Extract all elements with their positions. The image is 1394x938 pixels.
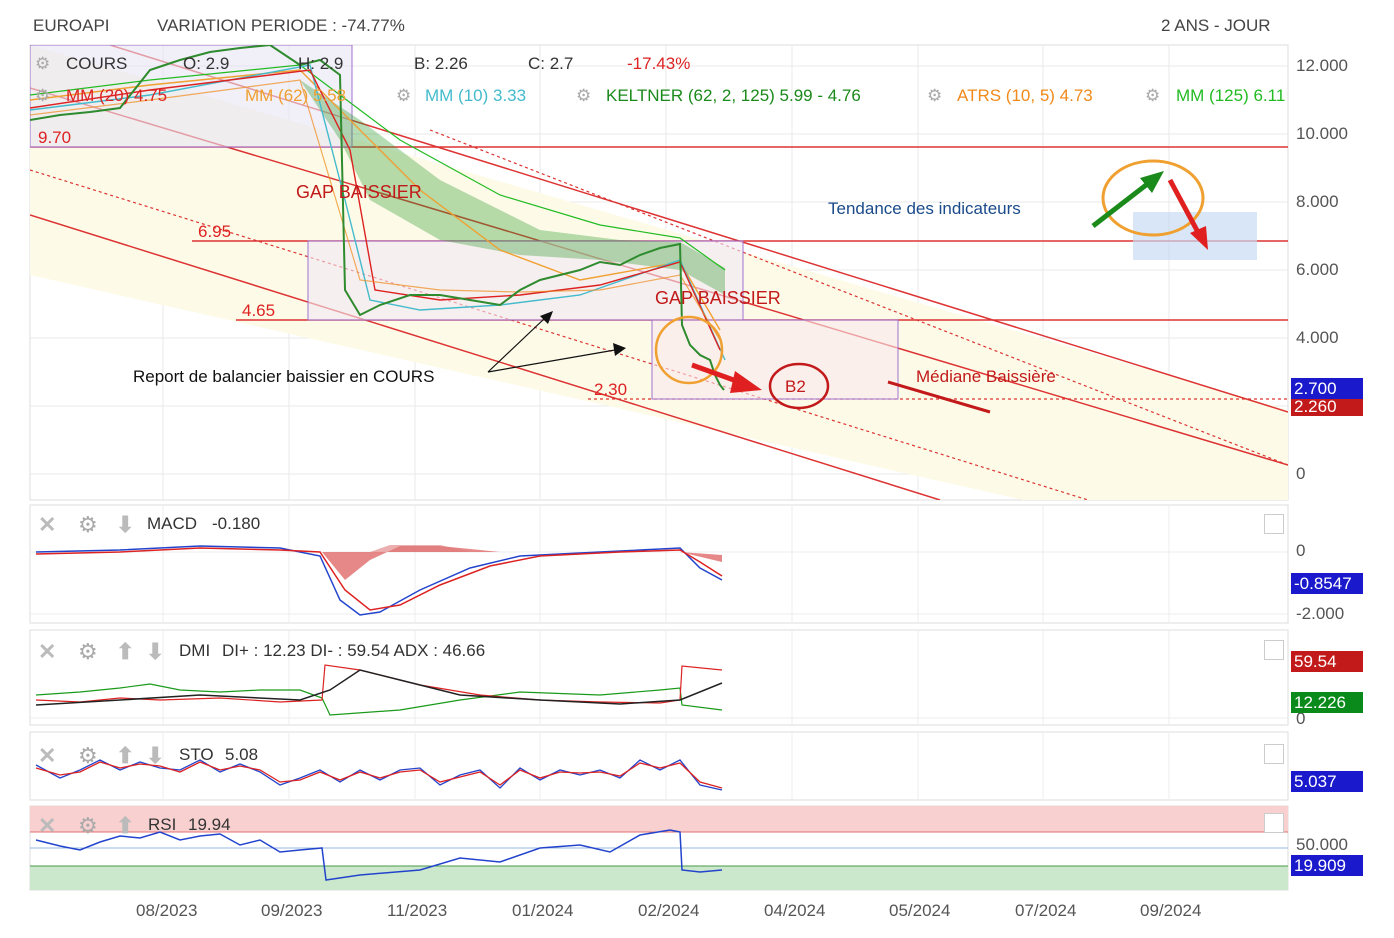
price-low-badge: 2.260 (1291, 396, 1363, 416)
price-tick: 10.000 (1296, 124, 1348, 143)
gear-icon[interactable]: ⚙ (396, 86, 411, 106)
x-tick: 01/2024 (512, 901, 574, 920)
price-tick: 0 (1296, 464, 1306, 483)
legend-pct: -17.43% (627, 54, 691, 73)
macd-tick-0: 0 (1296, 541, 1306, 560)
price-tick: 12.000 (1296, 56, 1348, 75)
sto-checkbox[interactable] (1264, 744, 1284, 764)
tendance-label: Tendance des indicateurs (828, 199, 1021, 218)
mediane-label: Médiane Baissière (916, 367, 1056, 386)
arrow-down-icon[interactable]: ⬇ (146, 743, 164, 769)
gear-icon[interactable]: ⚙ (576, 86, 591, 106)
x-tick: 09/2024 (1140, 901, 1202, 920)
x-tick: 09/2023 (261, 901, 323, 920)
dmi-minus-badge: 59.54 (1291, 651, 1363, 672)
level-695: 6.95 (198, 222, 231, 241)
legend-mm20: MM (20) 4.75 (66, 86, 168, 105)
dmi-checkbox[interactable] (1264, 640, 1284, 660)
legend-high: H: 2.9 (298, 54, 344, 73)
macd-checkbox[interactable] (1264, 514, 1284, 534)
arrow-up-icon[interactable]: ⬆ (116, 743, 134, 769)
legend-mm125: MM (125) 6.11 (1176, 86, 1286, 105)
range-box-3 (651, 319, 899, 400)
legend-low: B: 2.26 (414, 54, 468, 73)
sto-value: 5.08 (225, 745, 259, 764)
arrow-up-icon[interactable]: ⬆ (116, 639, 134, 665)
price-tick: 8.000 (1296, 192, 1339, 211)
legend-cours: COURS (66, 54, 128, 73)
legend-atrs: ATRS (10, 5) 4.73 (957, 86, 1093, 105)
gap-baissier-2: GAP BAISSIER (655, 288, 781, 308)
gear-icon[interactable]: ⚙ (78, 743, 98, 769)
report-label: Report de balancier baissier en COURS (133, 367, 434, 386)
main-chart: 9.70 6.95 4.65 2.30 GAP BAISSIER GAP BAI… (29, 44, 1289, 891)
x-tick: 04/2024 (764, 901, 826, 920)
gear-icon[interactable]: ⚙ (927, 86, 942, 106)
arrow-down-icon[interactable]: ⬇ (146, 639, 164, 665)
gear-icon[interactable]: ⚙ (1145, 86, 1160, 106)
rsi-value: 19.94 (188, 815, 231, 834)
legend-close: C: 2.7 (528, 54, 574, 73)
arrow-down-icon[interactable]: ⬇ (116, 512, 134, 538)
gear-icon[interactable]: ⚙ (35, 54, 50, 74)
macd-tick-1: -2.000 (1296, 604, 1345, 623)
level-230: 2.30 (594, 380, 627, 399)
x-tick: 07/2024 (1015, 901, 1077, 920)
macd-value: -0.180 (212, 514, 261, 533)
close-icon[interactable]: ✕ (38, 639, 56, 665)
dmi-title: DMI (179, 641, 211, 660)
level-970: 9.70 (38, 128, 71, 147)
rsi-tick: 50.000 (1296, 835, 1348, 854)
gear-icon[interactable]: ⚙ (78, 813, 98, 839)
level-465: 4.65 (242, 301, 275, 320)
legend-mm62: MM (62) 5.58 (245, 86, 347, 105)
close-icon[interactable]: ✕ (38, 813, 56, 839)
price-last-badge: 2.700 (1291, 378, 1363, 399)
price-tick: 6.000 (1296, 260, 1339, 279)
gear-icon[interactable]: ⚙ (35, 86, 50, 106)
legend-mm10: MM (10) 3.33 (425, 86, 527, 105)
rsi-checkbox[interactable] (1264, 813, 1284, 833)
gear-icon[interactable]: ⚙ (78, 639, 98, 665)
arrow-up-icon[interactable]: ⬆ (116, 813, 134, 839)
close-icon[interactable]: ✕ (38, 512, 56, 538)
dmi-panel (29, 629, 1289, 726)
macd-title: MACD (147, 514, 198, 533)
x-tick: 08/2023 (136, 901, 198, 920)
b2-label: B2 (785, 377, 806, 396)
sto-panel (29, 731, 1289, 801)
sto-last-badge: 5.037 (1291, 771, 1363, 792)
rsi-last-badge: 19.909 (1291, 855, 1363, 876)
gap-baissier-1: GAP BAISSIER (296, 182, 422, 202)
x-tick: 11/2023 (387, 901, 448, 920)
price-tick: 4.000 (1296, 328, 1339, 347)
dmi-plus-badge: 12.226 (1291, 692, 1363, 713)
x-tick: 05/2024 (889, 901, 951, 920)
legend-open: O: 2.9 (183, 54, 230, 73)
gear-icon[interactable]: ⚙ (78, 512, 98, 538)
x-tick: 02/2024 (638, 901, 700, 920)
close-icon[interactable]: ✕ (38, 743, 56, 769)
dmi-value: DI+ : 12.23 DI- : 59.54 ADX : 46.66 (222, 641, 486, 660)
legend-keltner: KELTNER (62, 2, 125) 5.99 - 4.76 (606, 86, 861, 105)
sto-title: STO (179, 745, 214, 764)
macd-last-badge: -0.8547 (1291, 573, 1363, 594)
rsi-title: RSI (148, 815, 177, 834)
